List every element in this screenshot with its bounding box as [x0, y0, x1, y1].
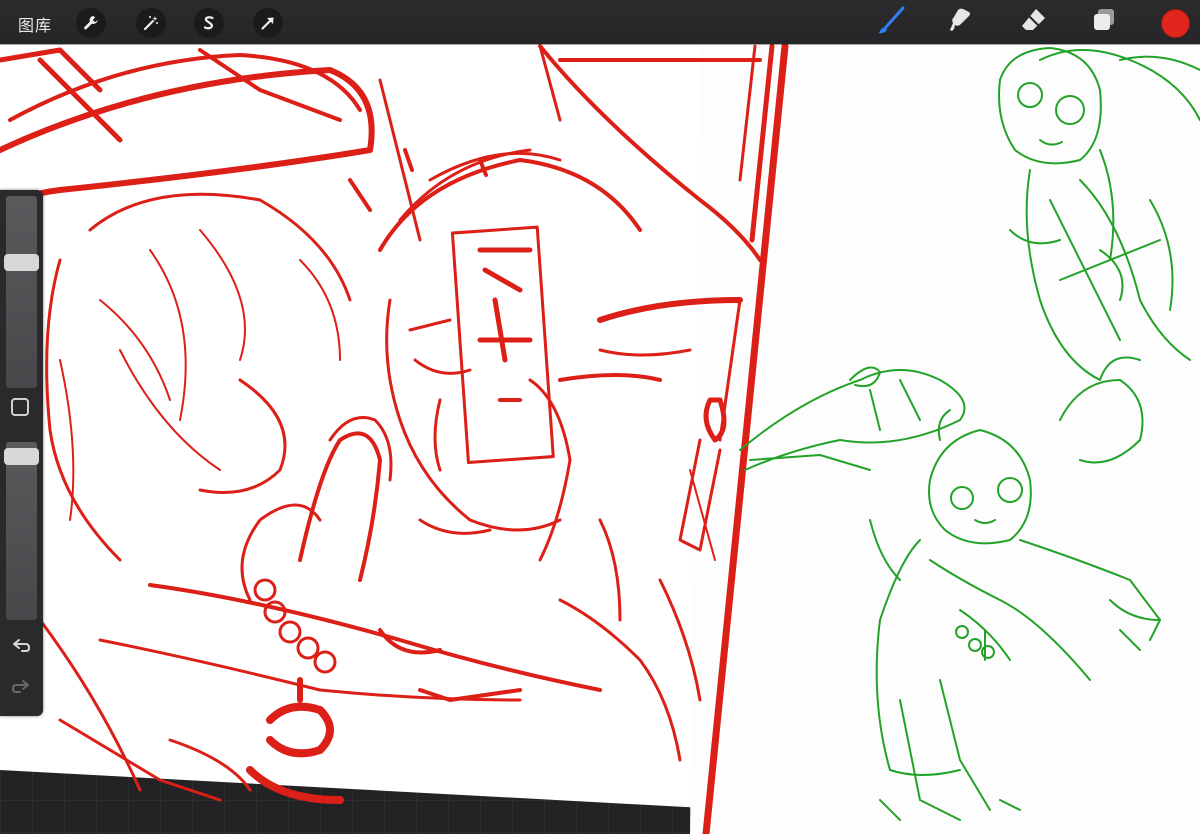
actions-button[interactable]	[76, 8, 106, 38]
redo-icon	[11, 677, 31, 702]
modify-button[interactable]	[11, 398, 29, 416]
transform-button[interactable]	[253, 8, 283, 38]
eraser-icon	[1018, 5, 1048, 40]
undo-button[interactable]	[10, 637, 32, 659]
redo-button[interactable]	[10, 678, 32, 700]
brush-icon	[876, 5, 906, 40]
arrow-cursor-icon	[259, 14, 277, 32]
color-picker-button[interactable]	[1161, 9, 1190, 38]
smudge-icon	[945, 5, 975, 40]
left-sidebar	[0, 190, 43, 716]
gallery-button[interactable]: 图库	[18, 12, 52, 36]
brush-size-slider[interactable]	[6, 196, 37, 388]
eraser-tool-button[interactable]	[1018, 7, 1048, 37]
layers-button[interactable]	[1089, 7, 1119, 37]
selection-icon	[200, 14, 218, 32]
smudge-tool-button[interactable]	[945, 7, 975, 37]
top-toolbar: 图库	[0, 0, 1200, 44]
magic-wand-icon	[142, 14, 160, 32]
opacity-slider[interactable]	[6, 442, 37, 620]
wrench-icon	[82, 14, 100, 32]
canvas-paper-right	[690, 40, 1200, 834]
adjustments-button[interactable]	[136, 8, 166, 38]
brush-tool-button[interactable]	[876, 5, 906, 40]
drawing-canvas[interactable]	[0, 0, 1200, 834]
selection-button[interactable]	[194, 8, 224, 38]
opacity-thumb[interactable]	[4, 448, 39, 466]
layers-icon	[1089, 5, 1119, 40]
brush-size-thumb[interactable]	[4, 253, 39, 271]
undo-icon	[11, 636, 31, 661]
